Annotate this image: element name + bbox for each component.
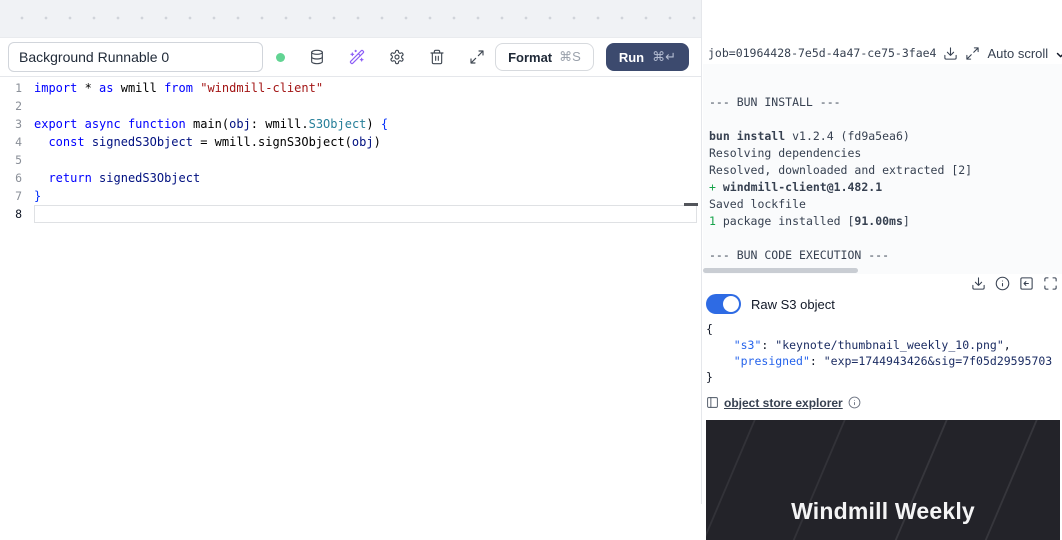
job-log-output[interactable]: --- BUN INSTALL --- bun install v1.2.4 (… [703, 64, 1062, 274]
log-horizontal-scrollbar[interactable] [703, 268, 858, 273]
result-toolbar [706, 276, 1058, 291]
result-panel: Raw S3 object { "s3": "keynote/thumbnail… [703, 274, 1062, 540]
object-store-explorer-link[interactable]: object store explorer [724, 396, 843, 410]
code-line: 5 [0, 151, 701, 169]
log-line: --- BUN INSTALL --- [709, 94, 1056, 111]
object-store-explorer-row: object store explorer [706, 395, 1058, 410]
code-line: 8 [0, 205, 701, 223]
expand-icon [965, 46, 980, 61]
log-line [709, 111, 1056, 128]
fullscreen-icon [1043, 276, 1058, 291]
trash-icon [429, 49, 445, 65]
log-line [709, 230, 1056, 247]
code-line: 3export async function main(obj: wmill.S… [0, 115, 701, 133]
gear-icon [389, 49, 405, 65]
open-result-drawer-button[interactable] [1019, 276, 1034, 291]
download-icon [971, 276, 986, 291]
delete-button[interactable] [419, 43, 455, 71]
info-icon [848, 396, 861, 409]
log-line: bun install v1.2.4 (fd9a5ea6) [709, 128, 1056, 145]
toggle-knob [723, 296, 739, 312]
panel-left-icon [706, 396, 719, 409]
format-shortcut: ⌘S [559, 49, 581, 65]
jline: "s3": "keynote/thumbnail_weekly_10.png", [706, 337, 1058, 353]
code-line: 7} [0, 187, 701, 205]
preview-caption: Windmill Weekly [706, 498, 1060, 525]
script-editor-pane: Format ⌘S Run ⌘↵ 1import * as wmill from… [0, 0, 702, 504]
format-button[interactable]: Format ⌘S [495, 43, 594, 71]
editor-toolbar: Format ⌘S Run ⌘↵ [0, 38, 701, 77]
log-line: 1 package installed [91.00ms] [709, 213, 1056, 230]
expand-editor-button[interactable] [459, 43, 495, 71]
code-editor-lines: 1import * as wmill from "windmill-client… [0, 79, 701, 223]
settings-button[interactable] [379, 43, 415, 71]
database-button[interactable] [299, 43, 335, 71]
run-preview-pane: job=01964428-7e5d-4a47-ce75-3fae4 Auto s… [703, 0, 1062, 504]
log-line: + windmill-client@1.482.1 [709, 179, 1056, 196]
info-icon [995, 276, 1010, 291]
jline: { [706, 321, 1058, 337]
run-shortcut: ⌘↵ [652, 49, 676, 65]
log-line: --- BUN CODE EXECUTION --- [709, 247, 1056, 264]
magic-wand-icon [349, 49, 365, 65]
explorer-info-icon[interactable] [848, 396, 861, 409]
flow-canvas [0, 0, 701, 38]
checkmark-icon [1055, 46, 1062, 61]
code-editor[interactable]: 1import * as wmill from "windmill-client… [0, 77, 701, 223]
download-icon [943, 46, 958, 61]
raw-s3-toggle[interactable] [706, 294, 741, 314]
jline: } [706, 369, 1058, 385]
format-label: Format [508, 50, 552, 65]
code-line: 2 [0, 97, 701, 115]
run-button[interactable]: Run ⌘↵ [606, 43, 689, 71]
panel-open-icon [1019, 276, 1034, 291]
s3-image-preview: Windmill Weekly [706, 420, 1060, 540]
code-line: 1import * as wmill from "windmill-client… [0, 79, 701, 97]
log-line: Resolving dependencies [709, 145, 1056, 162]
code-line: 4 const signedS3Object = wmill.signS3Obj… [0, 133, 701, 151]
auto-scroll-label: Auto scroll [987, 46, 1048, 61]
expand-result-button[interactable] [1043, 276, 1058, 291]
database-icon [309, 49, 325, 65]
log-line: Resolved, downloaded and extracted [2] [709, 162, 1056, 179]
log-line: Saved lockfile [709, 196, 1056, 213]
saved-status-dot [276, 53, 285, 62]
download-logs-button[interactable] [943, 46, 958, 61]
log-lines: --- BUN INSTALL --- bun install v1.2.4 (… [709, 94, 1056, 264]
jline: "presigned": "exp=1744943426&sig=7f05d29… [706, 353, 1058, 369]
raw-s3-toggle-row: Raw S3 object [706, 294, 1058, 314]
download-result-button[interactable] [971, 276, 986, 291]
result-info-button[interactable] [995, 276, 1010, 291]
run-label: Run [619, 50, 644, 65]
script-name-input[interactable] [8, 42, 263, 72]
expand-logs-button[interactable] [965, 46, 980, 61]
log-header: job=01964428-7e5d-4a47-ce75-3fae4 Auto s… [703, 42, 1062, 64]
auto-scroll-checkbox[interactable] [1055, 46, 1062, 61]
job-id-text[interactable]: job=01964428-7e5d-4a47-ce75-3fae4 [708, 46, 936, 60]
code-line: 6 return signedS3Object [0, 169, 701, 187]
expand-icon [469, 49, 485, 65]
json-view[interactable]: { "s3": "keynote/thumbnail_weekly_10.png… [706, 321, 1058, 385]
ai-assistant-button[interactable] [339, 43, 375, 71]
overview-ruler-cursor-mark [684, 203, 698, 206]
raw-s3-toggle-label: Raw S3 object [751, 297, 835, 312]
